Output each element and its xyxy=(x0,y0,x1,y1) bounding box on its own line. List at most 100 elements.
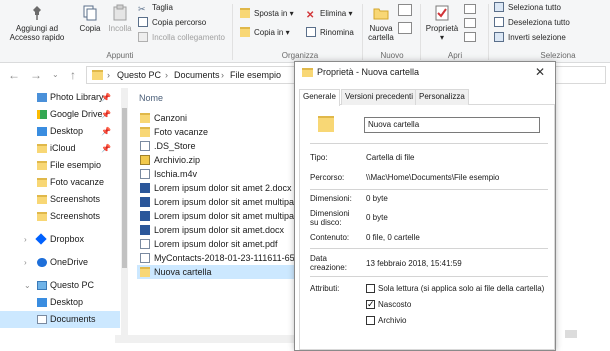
properties-button[interactable]: Proprietà ▾ xyxy=(423,4,461,42)
pin-icon: 📌 xyxy=(101,93,111,102)
folder-icon xyxy=(302,68,313,77)
properties-dialog: Proprietà - Nuova cartella ✕ Generale Ve… xyxy=(294,61,556,351)
open-icon[interactable] xyxy=(464,4,476,14)
new-folder-button[interactable]: Nuova cartella xyxy=(364,4,398,42)
move-to-button[interactable]: Sposta in ▾ xyxy=(240,8,294,20)
list-item[interactable]: MyContacts-2018-01-23-111611-656. xyxy=(137,251,300,265)
archive-checkbox[interactable] xyxy=(366,316,375,325)
created-value: 13 febbraio 2018, 15:41:59 xyxy=(366,259,462,268)
sidebar-item-dropbox[interactable]: › Dropbox xyxy=(0,231,120,248)
rename-button[interactable]: Rinomina xyxy=(306,27,354,39)
list-item[interactable]: Nuova cartella xyxy=(137,265,300,279)
properties-check-icon xyxy=(435,5,449,21)
new-item-icon[interactable] xyxy=(398,4,412,16)
easy-access-icon[interactable] xyxy=(398,22,412,34)
photo-library-icon xyxy=(37,93,47,102)
breadcrumb-questo-pc[interactable]: Questo PC xyxy=(117,70,161,80)
paste-shortcut-button[interactable]: Incolla collegamento xyxy=(138,32,225,44)
list-item[interactable]: Canzoni xyxy=(137,111,300,125)
breadcrumb-documents[interactable]: Documents xyxy=(174,70,220,80)
select-all-button[interactable]: Seleziona tutto xyxy=(494,2,561,14)
sidebar-item-label: Screenshots xyxy=(50,211,101,221)
copy-button[interactable]: Copia xyxy=(76,4,104,33)
sidebar-item-file-esempio[interactable]: File esempio xyxy=(0,157,120,174)
sidebar-item-desktop[interactable]: Desktop 📌 xyxy=(0,123,120,140)
invert-selection-button[interactable]: Inverti selezione xyxy=(494,32,566,44)
ribbon: Aggiungi ad Accesso rapido Copia Incolla… xyxy=(0,0,610,63)
properties-label: Proprietà xyxy=(425,24,459,33)
divider xyxy=(310,189,548,190)
file-name: Lorem ipsum dolor sit amet.docx xyxy=(154,225,285,235)
list-item[interactable]: Lorem ipsum dolor sit amet 2.docx xyxy=(137,181,300,195)
edit-icon[interactable] xyxy=(464,18,476,28)
sidebar-item-screenshots[interactable]: Screenshots xyxy=(0,208,120,225)
up-arrow-icon[interactable]: ↑ xyxy=(70,68,76,82)
scrollbar-thumb[interactable] xyxy=(122,108,127,268)
size-label: Dimensioni: xyxy=(310,194,352,203)
recent-chevron-icon[interactable]: ⌄ xyxy=(52,68,59,82)
group-label-organize: Organizza xyxy=(281,51,319,60)
ribbon-separator xyxy=(420,4,421,60)
sidebar-item-label: Foto vacanze xyxy=(50,177,105,187)
sidebar-item-label: File esempio xyxy=(50,160,102,170)
disk-size-label-line2: su disco: xyxy=(310,218,342,227)
sidebar-item-desktop-pc[interactable]: Desktop xyxy=(0,294,120,311)
dialog-title-bar[interactable]: Proprietà - Nuova cartella ✕ xyxy=(295,62,555,84)
readonly-checkbox[interactable] xyxy=(366,284,375,293)
expand-chevron-icon[interactable]: › xyxy=(24,254,27,271)
scissors-icon: ✂ xyxy=(138,4,146,14)
tab-panel-generale: Nuova cartella Tipo: Cartella di file Pe… xyxy=(299,105,555,350)
folder-icon xyxy=(37,144,47,153)
sidebar-item-label: Desktop xyxy=(50,297,84,307)
breadcrumb-file-esempio[interactable]: File esempio xyxy=(230,70,281,80)
delete-button[interactable]: ✕ Elimina ▾ xyxy=(306,8,352,21)
pin-quick-access-button[interactable]: Aggiungi ad Accesso rapido xyxy=(2,4,72,42)
sidebar-item-foto-vacanze[interactable]: Foto vacanze xyxy=(0,174,120,191)
new-folder-label: Nuova cartella xyxy=(368,24,394,42)
sidebar-item-icloud[interactable]: iCloud 📌 xyxy=(0,140,120,157)
back-arrow-icon[interactable]: ← xyxy=(8,68,20,82)
move-to-label: Sposta in xyxy=(254,9,288,18)
sidebar-item-documents[interactable]: Documents xyxy=(0,311,120,328)
file-name: Lorem ipsum dolor sit amet multipag xyxy=(154,197,300,207)
sidebar-item-onedrive[interactable]: › OneDrive xyxy=(0,254,120,271)
list-item[interactable]: .DS_Store xyxy=(137,139,300,153)
list-item[interactable]: Lorem ipsum dolor sit amet.pdf xyxy=(137,237,300,251)
tab-generale[interactable]: Generale xyxy=(299,89,340,106)
status-bar-view-button[interactable] xyxy=(565,330,577,338)
history-icon[interactable] xyxy=(464,32,476,42)
copy-to-button[interactable]: Copia in ▾ xyxy=(240,27,290,39)
paste-button[interactable]: Incolla xyxy=(106,4,134,33)
divider xyxy=(310,276,548,277)
tab-personalizza[interactable]: Personalizza xyxy=(415,89,469,105)
close-icon[interactable]: ✕ xyxy=(535,65,545,79)
copy-path-button[interactable]: Copia percorso xyxy=(138,17,206,29)
copy-to-icon xyxy=(240,27,250,37)
move-to-icon xyxy=(240,8,250,18)
file-name: Archivio.zip xyxy=(154,155,201,165)
list-item[interactable]: Lorem ipsum dolor sit amet.docx xyxy=(137,223,300,237)
list-item[interactable]: Ischia.m4v xyxy=(137,167,300,181)
sidebar-item-google-drive[interactable]: Google Drive 📌 xyxy=(0,106,120,123)
sidebar-scrollbar[interactable] xyxy=(121,88,128,343)
sidebar-item-photo-library[interactable]: Photo Library 📌 xyxy=(0,89,120,106)
forward-arrow-icon[interactable]: → xyxy=(30,68,42,82)
list-item[interactable]: Lorem ipsum dolor sit amet multipag xyxy=(137,209,300,223)
sidebar-item-screenshots[interactable]: Screenshots xyxy=(0,191,120,208)
collapse-chevron-icon[interactable]: ⌄ xyxy=(24,277,31,294)
cut-button[interactable]: ✂ Taglia xyxy=(138,2,173,14)
sidebar-item-questo-pc[interactable]: ⌄ Questo PC xyxy=(0,277,120,294)
select-none-button[interactable]: Deseleziona tutto xyxy=(494,17,570,29)
breadcrumb-separator-icon: › xyxy=(221,70,224,80)
hidden-checkbox[interactable]: ✓ xyxy=(366,299,375,309)
list-item[interactable]: Lorem ipsum dolor sit amet multipag xyxy=(137,195,300,209)
list-item[interactable]: Archivio.zip xyxy=(137,153,300,167)
folder-icon xyxy=(140,267,150,277)
file-list-horizontal-scrollbar[interactable] xyxy=(115,335,300,343)
tab-versioni-precedenti[interactable]: Versioni precedenti xyxy=(341,89,418,105)
expand-chevron-icon[interactable]: › xyxy=(24,231,27,248)
column-header-name[interactable]: Nome xyxy=(139,93,163,103)
folder-name-input[interactable]: Nuova cartella xyxy=(364,117,540,133)
folder-icon xyxy=(37,178,47,187)
list-item[interactable]: Foto vacanze xyxy=(137,125,300,139)
